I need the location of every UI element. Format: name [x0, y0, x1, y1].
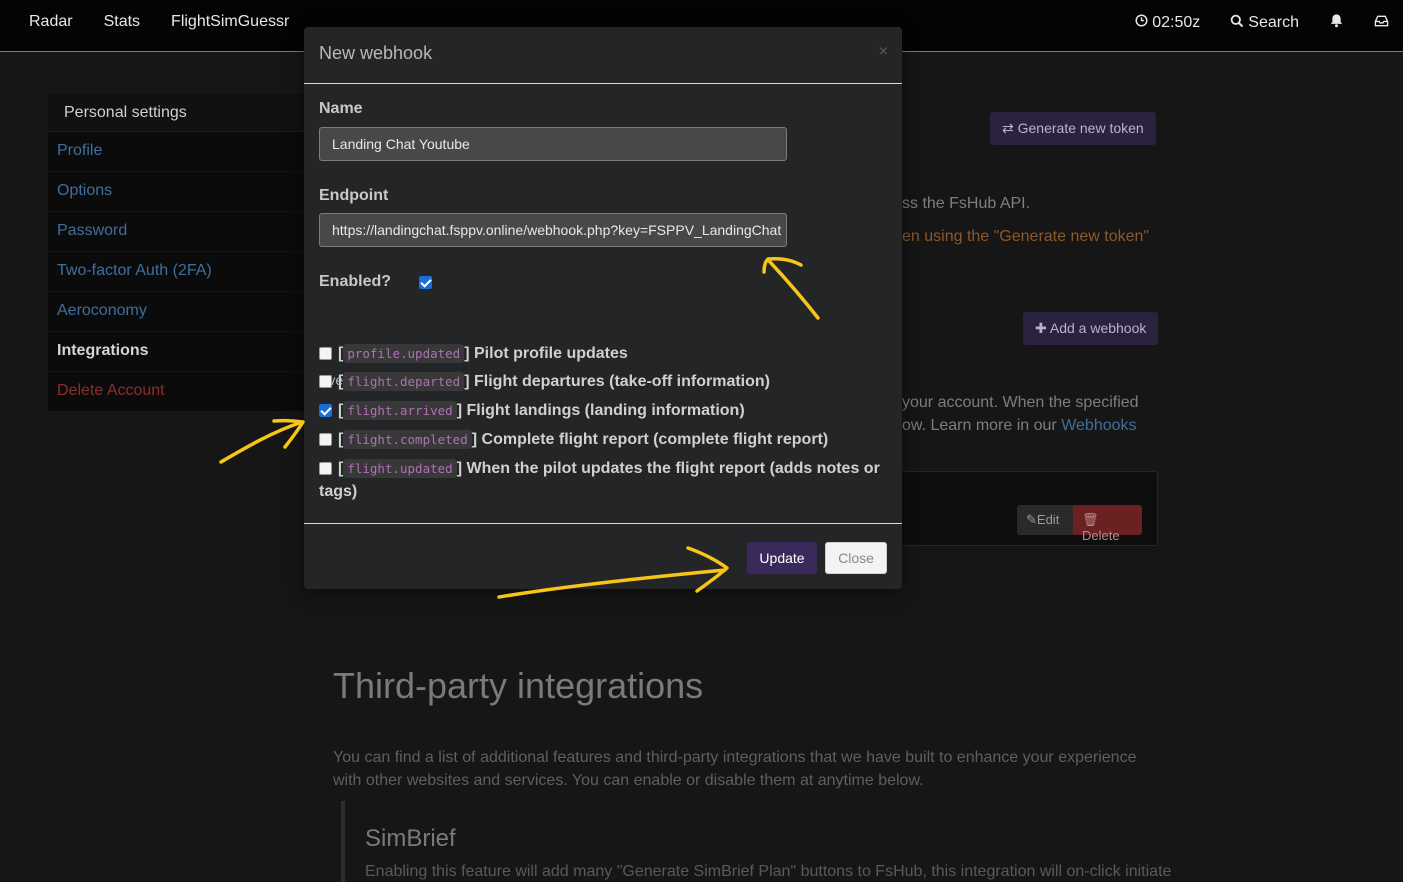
- close-icon[interactable]: ×: [879, 43, 888, 61]
- event-code: flight.departed: [343, 372, 465, 391]
- nav-stats[interactable]: Stats: [104, 13, 140, 31]
- modal-body: Name Landing Chat Youtube Endpoint https…: [304, 84, 902, 524]
- name-input[interactable]: Landing Chat Youtube: [319, 127, 787, 161]
- delete-label: Delete: [1082, 528, 1120, 543]
- event-desc: Pilot profile updates: [474, 345, 628, 362]
- webhook-text-2: ow. Learn more in our Webhooks: [902, 417, 1137, 435]
- simbrief-text: Enabling this feature will add many "Gen…: [365, 863, 1172, 880]
- webhooks-link[interactable]: Webhooks: [1061, 417, 1136, 434]
- name-label: Name: [319, 100, 363, 117]
- event-flight-updated: [flight.updated] When the pilot updates …: [319, 459, 880, 500]
- nav-radar[interactable]: Radar: [29, 13, 73, 31]
- enabled-checkbox[interactable]: [419, 276, 432, 289]
- add-webhook-label: Add a webhook: [1049, 320, 1147, 336]
- generate-token-button[interactable]: ⇄ Generate new token: [990, 112, 1156, 145]
- event-checkbox[interactable]: [319, 433, 332, 446]
- event-code: flight.arrived: [343, 401, 457, 420]
- third-party-text: You can find a list of additional featur…: [333, 749, 1137, 789]
- enabled-label: Enabled?: [319, 273, 392, 290]
- edit-icon: ✎: [1026, 512, 1037, 527]
- event-checkbox[interactable]: [319, 462, 332, 475]
- event-flight-arrived: [flight.arrived] Flight landings (landin…: [319, 399, 889, 422]
- search-link[interactable]: Search: [1230, 14, 1299, 33]
- inbox-icon[interactable]: [1374, 14, 1389, 33]
- event-profile-updated: [profile.updated] Pilot profile updates: [319, 342, 889, 365]
- api-text: ss the FsHub API.: [902, 195, 1031, 212]
- simbrief-title: SimBrief: [365, 825, 456, 852]
- modal-footer: Update Close: [304, 524, 902, 588]
- close-button[interactable]: Close: [825, 542, 887, 574]
- event-checkbox[interactable]: [319, 375, 332, 388]
- nav-right: 02:50z Search: [1135, 13, 1389, 33]
- sidebar-title: Personal settings: [48, 94, 306, 132]
- event-code: profile.updated: [343, 344, 465, 363]
- webhook-text-2-label: ow. Learn more in our: [902, 417, 1057, 434]
- event-desc: Flight departures (take-off information): [474, 373, 770, 390]
- sidebar-item-delete-account[interactable]: Delete Account: [48, 372, 306, 412]
- event-flight-completed: [flight.completed] Complete flight repor…: [319, 428, 889, 451]
- endpoint-label: Endpoint: [319, 187, 389, 204]
- token-hint: en using the "Generate new token": [902, 228, 1150, 245]
- delete-webhook-button[interactable]: 🗑Delete: [1073, 505, 1142, 543]
- add-webhook-button[interactable]: ✚ Add a webhook: [1023, 312, 1159, 345]
- event-desc: Complete flight report (complete flight …: [481, 431, 829, 448]
- event-flight-departed: [flight.departed] Flight departures (tak…: [319, 370, 889, 393]
- search-label: Search: [1248, 14, 1299, 31]
- search-icon: [1230, 14, 1244, 33]
- nav-links: Radar Stats FlightSimGuessr: [29, 13, 289, 31]
- modal-header: New webhook ×: [304, 27, 902, 84]
- edit-label: Edit: [1036, 512, 1060, 527]
- trash-icon: 🗑: [1082, 512, 1099, 527]
- shuffle-icon: ⇄: [1002, 120, 1014, 136]
- sidebar-item-password[interactable]: Password: [48, 212, 306, 252]
- sidebar-item-options[interactable]: Options: [48, 172, 306, 212]
- sidebar-item-profile[interactable]: Profile: [48, 132, 306, 172]
- event-code: flight.completed: [343, 430, 472, 449]
- update-button[interactable]: Update: [747, 542, 817, 574]
- event-checkbox[interactable]: [319, 404, 332, 417]
- webhook-text-1: your account. When the specified: [902, 394, 1139, 411]
- modal-title: New webhook: [319, 43, 433, 63]
- generate-token-label: Generate new token: [1017, 120, 1144, 136]
- sidebar-item-integrations[interactable]: Integrations: [48, 332, 306, 372]
- clock-time: 02:50z: [1152, 14, 1201, 31]
- nav-flightsimguessr[interactable]: FlightSimGuessr: [171, 13, 289, 31]
- endpoint-input[interactable]: https://landingchat.fsppv.online/webhook…: [319, 213, 787, 247]
- settings-sidebar: Personal settings Profile Options Passwo…: [48, 94, 306, 412]
- clock-icon: [1135, 14, 1148, 32]
- event-desc: Flight landings (landing information): [466, 402, 745, 419]
- event-checkbox[interactable]: [319, 347, 332, 360]
- edit-webhook-button[interactable]: ✎Edit: [1017, 505, 1073, 535]
- bell-icon[interactable]: [1329, 13, 1344, 33]
- sidebar-item-2fa[interactable]: Two-factor Auth (2FA): [48, 252, 306, 292]
- third-party-title: Third-party integrations: [333, 665, 704, 706]
- sidebar-item-aeroconomy[interactable]: Aeroconomy: [48, 292, 306, 332]
- clock: 02:50z: [1135, 14, 1200, 32]
- event-code: flight.updated: [343, 459, 457, 478]
- new-webhook-modal: New webhook × Name Landing Chat Youtube …: [304, 27, 902, 589]
- plus-icon: ✚: [1035, 320, 1047, 336]
